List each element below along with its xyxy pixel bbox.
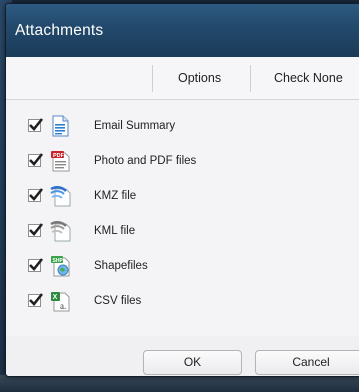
dialog-footer: OK Cancel (6, 336, 359, 376)
checkbox[interactable] (28, 223, 44, 237)
list-item-label: Shapefiles (94, 260, 148, 272)
list-item[interactable]: X a. CSV files (28, 290, 348, 314)
shapefile-icon: SHP (50, 255, 70, 277)
checkmark-icon (29, 293, 44, 306)
checkmark-icon (29, 188, 44, 201)
dialog-titlebar: Attachments (6, 4, 359, 57)
list-item-label: KML file (94, 225, 136, 237)
ok-button[interactable]: OK (143, 350, 242, 375)
csv-file-icon: X a. (50, 290, 70, 312)
list-item-label: Email Summary (94, 120, 176, 132)
document-icon (50, 115, 70, 137)
checkmark-icon (29, 153, 44, 166)
list-item[interactable]: Email Summary (28, 115, 348, 139)
list-item[interactable]: KML file (28, 220, 348, 244)
list-item[interactable]: SHP Shapefiles (28, 255, 348, 279)
list-item-label: Photo and PDF files (94, 155, 197, 167)
checkmark-icon (29, 223, 44, 236)
toolbar-separator (152, 65, 153, 92)
attachment-list: Email Summary PDF Photo and PDF files KM… (6, 100, 359, 335)
svg-text:SHP: SHP (53, 258, 64, 264)
list-item-label: KMZ file (94, 190, 137, 202)
checkbox[interactable] (28, 153, 44, 167)
svg-text:X: X (53, 294, 58, 301)
check-none-button[interactable]: Check None (274, 71, 343, 85)
checkmark-icon (29, 258, 44, 271)
kmz-file-icon (50, 185, 71, 207)
checkbox[interactable] (28, 258, 44, 272)
checkmark-icon (29, 118, 44, 131)
pdf-icon: PDF (50, 150, 70, 172)
svg-text:a.: a. (60, 301, 66, 311)
svg-text:PDF: PDF (53, 153, 65, 159)
checkbox[interactable] (28, 293, 44, 307)
cancel-button[interactable]: Cancel (255, 350, 359, 375)
background-window-bottom (0, 375, 359, 392)
options-button[interactable]: Options (178, 71, 221, 85)
checkbox[interactable] (28, 118, 44, 132)
list-item[interactable]: PDF Photo and PDF files (28, 150, 348, 174)
attachments-dialog: Attachments Options Check None Email Sum… (5, 3, 359, 377)
dialog-toolbar: Options Check None (6, 57, 359, 100)
checkbox[interactable] (28, 188, 44, 202)
dialog-title: Attachments (15, 22, 104, 39)
list-item[interactable]: KMZ file (28, 185, 348, 209)
kml-file-icon (50, 220, 71, 242)
toolbar-separator (250, 65, 251, 92)
list-item-label: CSV files (94, 295, 142, 307)
